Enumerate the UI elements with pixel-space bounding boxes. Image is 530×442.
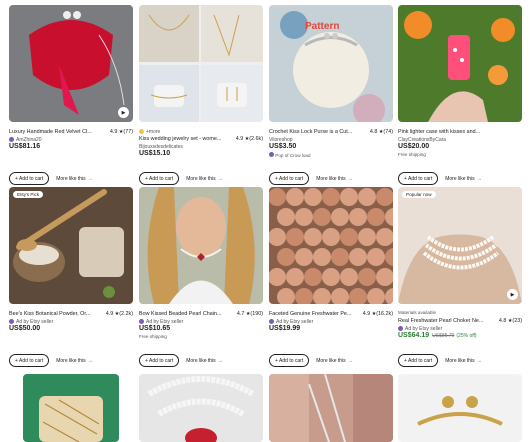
arrow-right-icon: → xyxy=(217,357,223,364)
price: US$81.16 xyxy=(9,143,41,150)
arrow-right-icon: → xyxy=(217,175,223,182)
price: US$10.65 xyxy=(139,325,171,332)
more-like-this-link[interactable]: More like this → xyxy=(445,358,481,364)
ad-icon xyxy=(269,319,274,324)
product-title[interactable]: Faceted Genuine Freshwater Pe... xyxy=(269,311,361,317)
materials-note: Materials available xyxy=(398,310,437,315)
more-like-this-link[interactable]: More like this → xyxy=(56,176,92,182)
add-to-cart-button[interactable]: + Add to cart xyxy=(139,354,180,367)
rating: 4.7 ★(190) xyxy=(236,311,263,317)
rating: 4.9 ★(77) xyxy=(109,129,133,135)
rating: 4.8 ★(74) xyxy=(369,129,393,135)
discount: (25% off) xyxy=(456,333,477,339)
arrow-right-icon: → xyxy=(87,175,93,182)
seller-name[interactable]: ClayCreationsByCara xyxy=(398,136,522,143)
add-to-cart-button[interactable]: + Add to cart xyxy=(269,172,310,185)
more-like-this-link[interactable]: More like this → xyxy=(56,358,92,364)
popular-now-badge: Popular now xyxy=(402,191,436,198)
product-image[interactable]: Etsy's Pick xyxy=(9,187,133,304)
seller-name[interactable]: AmZhina20 xyxy=(9,136,133,143)
star-seller-icon xyxy=(269,152,274,157)
add-to-cart-button[interactable]: + Add to cart xyxy=(9,354,50,367)
product-title[interactable]: Crochet Kiss Lock Purse is a Cut... xyxy=(269,129,368,135)
product-image[interactable] xyxy=(9,374,133,442)
product-image[interactable] xyxy=(269,187,393,304)
ad-icon xyxy=(9,319,14,324)
product-title[interactable]: Pink lighter case with kisses and... xyxy=(398,129,522,135)
arrow-right-icon: → xyxy=(347,175,353,182)
product-title[interactable]: Bee's Kiss Botanical Powder, Or... xyxy=(9,311,104,317)
badge: +more xyxy=(139,128,263,135)
add-to-cart-button[interactable]: + Add to cart xyxy=(9,172,50,185)
seller-name[interactable]: Ad by Etsy seller xyxy=(9,318,133,325)
rating: 4.9 ★(2.6k) xyxy=(235,136,263,142)
arrow-right-icon: → xyxy=(87,357,93,364)
overlay-label: Pattern xyxy=(305,21,340,32)
product-image[interactable] xyxy=(139,5,263,122)
seller-name[interactable]: Ad by Etsy seller xyxy=(269,318,393,325)
product-grid: ▶ Luxury Handmade Red Velvet Cl... 4.9 ★(… xyxy=(0,0,530,442)
product-image[interactable]: ▶ xyxy=(9,5,133,122)
more-like-this-link[interactable]: More like this → xyxy=(186,358,222,364)
seller-icon xyxy=(9,137,14,142)
price: US$64.19 US$85.70 (25% off) xyxy=(398,332,477,339)
arrow-right-icon: → xyxy=(347,357,353,364)
original-price: US$85.70 xyxy=(432,333,455,339)
product-title[interactable]: Real Freshwater Pearl Choker Ne... xyxy=(398,318,497,324)
add-to-cart-button[interactable]: + Add to cart xyxy=(398,354,439,367)
product-image[interactable] xyxy=(269,374,393,442)
badge-icon xyxy=(139,129,144,134)
shipping-note: Pop of Crow load xyxy=(269,152,393,159)
seller-name[interactable]: Bijouxsdesdelicates xyxy=(139,143,263,150)
rating: 4.8 ★(23) xyxy=(498,318,522,324)
more-like-this-link[interactable]: More like this → xyxy=(186,176,222,182)
add-to-cart-button[interactable]: + Add to cart xyxy=(269,354,310,367)
arrow-right-icon: → xyxy=(476,175,482,182)
seller-name[interactable]: Ad by Etsy seller xyxy=(398,325,522,332)
ad-icon xyxy=(139,319,144,324)
play-icon[interactable]: ▶ xyxy=(118,107,129,118)
more-like-this-link[interactable]: More like this → xyxy=(445,176,481,182)
product-title[interactable]: Luxury Handmade Red Velvet Cl... xyxy=(9,129,108,135)
add-to-cart-button[interactable]: + Add to cart xyxy=(139,172,180,185)
play-icon[interactable]: ▶ xyxy=(507,289,518,300)
product-title[interactable]: Bow Kissed Beaded Pearl Chain... xyxy=(139,311,235,317)
price: US$50.00 xyxy=(9,325,41,332)
shipping-note: Free shipping xyxy=(139,334,167,339)
rating: 4.9 ★(2.2k) xyxy=(105,311,133,317)
product-image[interactable] xyxy=(139,374,263,442)
more-like-this-link[interactable]: More like this → xyxy=(316,176,352,182)
ad-icon xyxy=(398,326,403,331)
product-title[interactable]: Kiss wedding jewelry set - wome... xyxy=(139,136,234,142)
product-image[interactable]: Popular now ▶ xyxy=(398,187,522,304)
product-image[interactable] xyxy=(398,374,522,442)
rating: 4.9 ★(16.2k) xyxy=(362,311,393,317)
price: US$19.99 xyxy=(269,325,301,332)
arrow-right-icon: → xyxy=(476,357,482,364)
seller-name[interactable]: Ad by Etsy seller xyxy=(139,318,263,325)
product-image[interactable]: Pattern xyxy=(269,5,393,122)
price: US$3.50 xyxy=(269,143,297,150)
price: US$20.00 xyxy=(398,143,430,150)
etsys-pick-badge: Etsy's Pick xyxy=(13,191,44,198)
price: US$15.10 xyxy=(139,150,171,157)
add-to-cart-button[interactable]: + Add to cart xyxy=(398,172,439,185)
more-like-this-link[interactable]: More like this → xyxy=(316,358,352,364)
product-image[interactable] xyxy=(139,187,263,304)
product-image[interactable] xyxy=(398,5,522,122)
shipping-note: Free shipping xyxy=(398,152,426,157)
seller-name[interactable]: Viloreshop xyxy=(269,136,393,143)
